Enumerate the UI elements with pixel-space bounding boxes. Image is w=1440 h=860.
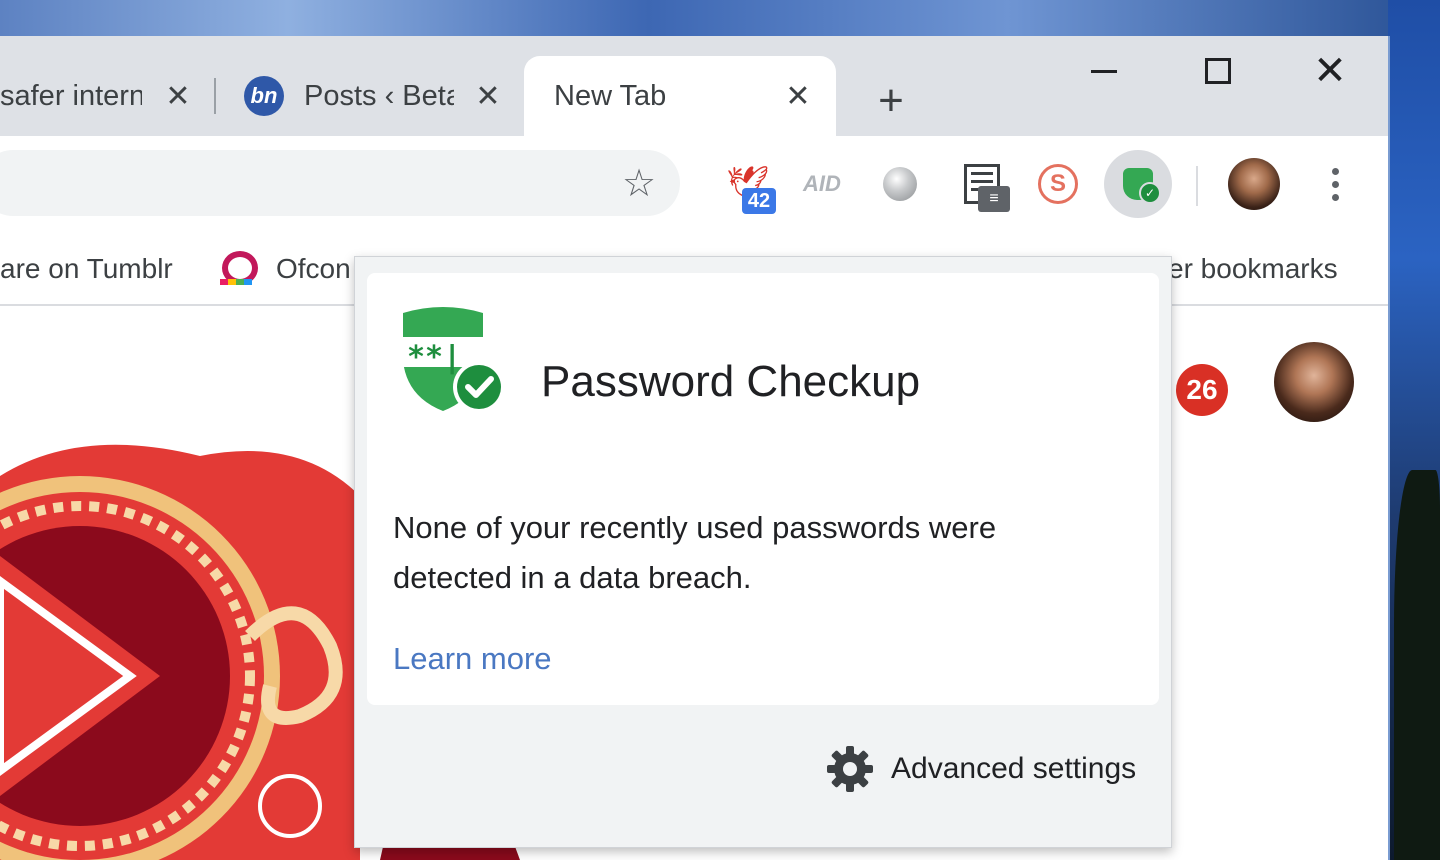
bird-extension-button[interactable]: 🕊 42 [720,156,776,214]
popup-title: Password Checkup [541,357,921,406]
bookmark-star-icon[interactable]: ☆ [614,158,664,208]
minimize-icon [1091,69,1117,73]
advanced-settings-button[interactable]: Advanced settings [825,741,1136,797]
profile-avatar[interactable] [1228,158,1280,210]
password-checkup-popup: **| Password Checkup None of your recent… [354,256,1172,848]
ofcom-logo-icon [214,249,258,289]
tab-safer-internet[interactable]: safer intern ✕ [0,56,210,136]
aid-extension-button[interactable]: AID [794,156,850,212]
learn-more-link[interactable]: Learn more [393,641,552,677]
shield-check-icon [1123,168,1161,204]
circle-icon [883,167,917,201]
tab-new-tab-active[interactable]: New Tab ✕ [524,56,836,136]
betanews-favicon-icon: bn [244,76,284,116]
gear-icon [827,746,873,792]
dot-icon [1331,193,1339,201]
password-shield-icon: **| [403,307,505,413]
circle-extension-button[interactable] [872,156,928,212]
tab-close-icon[interactable]: ✕ [470,78,506,114]
extension-badge: 42 [742,188,776,214]
tab-separator [214,78,216,114]
tab-title: safer intern [0,79,142,112]
notification-badge[interactable]: 26 [1176,364,1228,416]
more-menu-button[interactable] [1310,158,1360,210]
account-avatar[interactable] [1274,342,1354,422]
new-tab-button[interactable]: + [866,76,916,126]
maximize-button[interactable] [1188,46,1248,96]
svg-text:**|: **| [407,340,461,375]
tab-close-icon[interactable]: ✕ [160,78,196,114]
maximize-icon [1205,58,1231,84]
bookmark-tumblr[interactable]: are on Tumblr [0,246,173,292]
desktop-wallpaper-right [1388,0,1440,860]
advanced-settings-label: Advanced settings [891,752,1137,785]
bookmark-ofcom[interactable]: Ofcon [214,246,351,292]
tab-title: Posts ‹ Beta [304,79,454,112]
noscript-extension-button[interactable]: S [1030,156,1086,212]
tab-posts-beta[interactable]: bn Posts ‹ Beta ✕ [222,56,522,136]
tab-title: New Tab [554,79,667,112]
list-icon: ≡ [978,186,1010,212]
popup-message: None of your recently used passwords wer… [393,510,997,595]
address-bar[interactable] [0,150,680,216]
dot-icon [1331,167,1339,175]
tab-close-icon[interactable]: ✕ [780,78,816,114]
newspaper-extension-button[interactable]: ≡ [954,156,1010,212]
desktop-wallpaper [0,0,1440,40]
toolbar: ☆ 🕊 42 AID ≡ S [0,136,1388,232]
browser-window: safer intern ✕ bn Posts ‹ Beta ✕ New Tab… [0,36,1390,860]
noscript-icon: S [1038,164,1078,204]
toolbar-separator [1196,166,1198,206]
wallpaper-tree [1394,470,1440,860]
popup-card: **| Password Checkup None of your recent… [367,273,1159,705]
password-checkup-extension-button[interactable] [1104,150,1172,218]
tab-strip: safer intern ✕ bn Posts ‹ Beta ✕ New Tab… [0,36,1388,136]
bookmark-other-bookmarks[interactable]: er bookmarks [1168,246,1338,292]
aid-icon: AID [803,171,841,196]
close-window-button[interactable]: ✕ [1300,46,1360,96]
bookmark-label: er bookmarks [1168,253,1338,284]
bookmark-label: are on Tumblr [0,253,173,284]
dot-icon [1331,180,1339,188]
bookmark-label: Ofcon [276,253,351,284]
minimize-button[interactable] [1074,46,1134,96]
